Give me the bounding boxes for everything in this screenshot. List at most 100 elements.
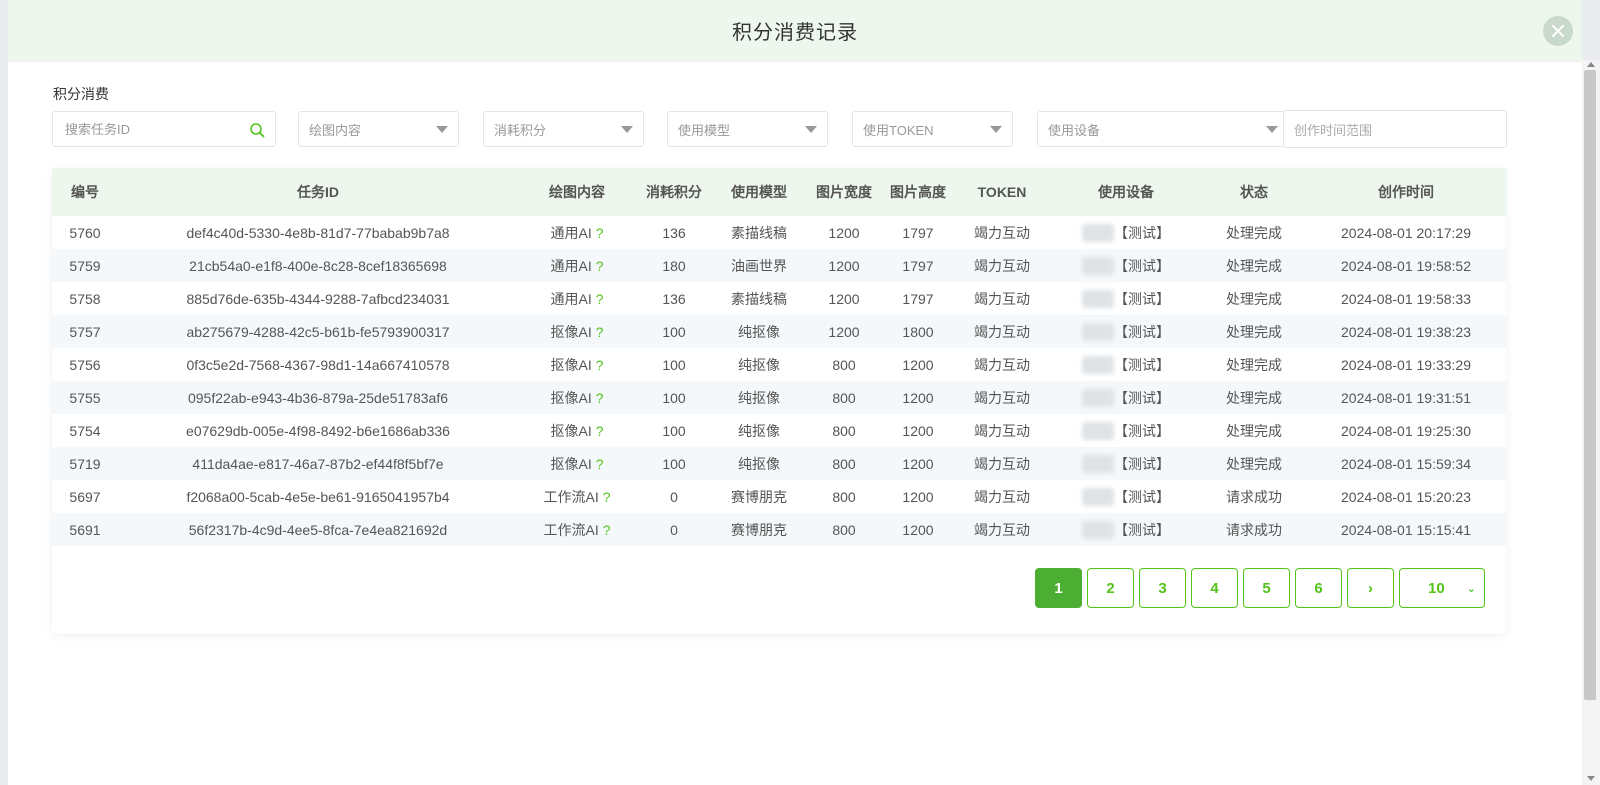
content-label: 抠像AI — [550, 389, 592, 406]
col-content-cell: 抠像AI? — [518, 315, 636, 348]
header-col-content: 绘图内容 — [549, 184, 605, 200]
col-time-cell: 2024-08-01 15:20:23 — [1341, 488, 1471, 505]
next-page-button[interactable]: › — [1347, 568, 1394, 608]
close-button[interactable] — [1543, 16, 1573, 46]
col-content-cell: 抠像AI? — [518, 381, 636, 414]
col-width-cell: 800 — [832, 389, 856, 406]
token-select[interactable]: 使用TOKEN — [852, 111, 1013, 147]
table-row: 5691 56f2317b-4c9d-4ee5-8fca-7e4ea821692d… — [52, 513, 1506, 546]
col-token-cell: 竭力互动 — [974, 455, 1030, 472]
col-width-cell: 1200 — [828, 257, 860, 274]
page-size-value: 10 — [1428, 579, 1445, 597]
col-token-cell: 竭力互动 — [974, 224, 1030, 241]
col-device-cell: 【测试】 — [1050, 513, 1202, 546]
scroll-up-icon[interactable] — [1587, 62, 1595, 67]
col-status-cell: 处理完成 — [1226, 257, 1282, 274]
points-select[interactable]: 消耗积分 — [483, 111, 644, 147]
col-time-cell: 2024-08-01 19:38:23 — [1341, 323, 1471, 340]
redacted-device-name — [1082, 322, 1114, 341]
col-content-cell: 工作流AI? — [518, 480, 636, 513]
help-question-icon[interactable]: ? — [596, 423, 604, 439]
vertical-scrollbar[interactable] — [1582, 60, 1600, 785]
task-id-search-field[interactable] — [52, 111, 276, 147]
col-task-id-cell: e07629db-005e-4f98-8492-b6e1686ab336 — [186, 422, 450, 439]
help-question-icon[interactable]: ? — [596, 225, 604, 241]
col-time-cell: 2024-08-01 19:25:30 — [1341, 422, 1471, 439]
task-id-search-input[interactable] — [63, 120, 237, 138]
page-5-button[interactable]: 5 — [1243, 568, 1290, 608]
help-question-icon[interactable]: ? — [603, 489, 611, 505]
help-question-icon[interactable]: ? — [603, 522, 611, 538]
model-select[interactable]: 使用模型 — [667, 111, 828, 147]
page-3-button[interactable]: 3 — [1139, 568, 1186, 608]
scroll-down-icon[interactable] — [1587, 776, 1595, 781]
col-task-id-cell: 21cb54a0-e1f8-400e-8c28-8cef18365698 — [189, 257, 447, 274]
col-height-cell: 1200 — [902, 422, 934, 439]
records-table: 编号 任务ID 绘图内容 消耗积分 使用模型 图片宽度 图片高度 TOKEN 使用设备 状态 创作时… — [52, 168, 1506, 634]
page-1-button[interactable]: 1 — [1035, 568, 1082, 608]
col-id-cell: 5758 — [69, 290, 101, 307]
col-model-cell: 纯抠像 — [738, 389, 780, 406]
date-range-picker[interactable]: 创作时间范围 — [1283, 110, 1507, 148]
col-device-cell: 【测试】 — [1050, 315, 1202, 348]
help-question-icon[interactable]: ? — [596, 390, 604, 406]
col-task-id-cell: f2068a00-5cab-4e5e-be61-9165041957b4 — [186, 488, 450, 505]
col-height-cell: 1797 — [902, 290, 934, 307]
header-col-points: 消耗积分 — [646, 184, 702, 200]
help-question-icon[interactable]: ? — [596, 357, 604, 373]
search-icon[interactable] — [249, 122, 265, 138]
col-status-cell: 处理完成 — [1226, 323, 1282, 340]
device-select[interactable]: 使用设备 — [1037, 111, 1289, 147]
device-tag: 【测试】 — [1114, 488, 1170, 505]
header-col-status: 状态 — [1240, 184, 1268, 200]
scroll-thumb[interactable] — [1584, 70, 1596, 700]
col-time-cell: 2024-08-01 15:59:34 — [1341, 455, 1471, 472]
page-6-button[interactable]: 6 — [1295, 568, 1342, 608]
col-points-cell: 136 — [662, 224, 686, 241]
redacted-device-name — [1082, 520, 1114, 539]
content-label: 通用AI — [550, 290, 592, 307]
col-task-id-cell: 411da4ae-e817-46a7-87b2-ef44f8f5bf7e — [192, 455, 444, 472]
page-2-button[interactable]: 2 — [1087, 568, 1134, 608]
col-model-cell: 纯抠像 — [738, 455, 780, 472]
col-device-cell: 【测试】 — [1050, 282, 1202, 315]
page-4-button[interactable]: 4 — [1191, 568, 1238, 608]
col-model-cell: 纯抠像 — [738, 323, 780, 340]
col-points-cell: 136 — [662, 290, 686, 307]
content-select-placeholder: 绘图内容 — [309, 122, 362, 138]
col-device-cell: 【测试】 — [1050, 249, 1202, 282]
col-device-cell: 【测试】 — [1050, 414, 1202, 447]
col-token-cell: 竭力互动 — [974, 389, 1030, 406]
col-content-cell: 通用AI? — [518, 216, 636, 249]
header-col-height: 图片高度 — [890, 184, 946, 200]
help-question-icon[interactable]: ? — [596, 258, 604, 274]
content-label: 抠像AI — [550, 422, 592, 439]
col-status-cell: 处理完成 — [1226, 389, 1282, 406]
help-question-icon[interactable]: ? — [596, 291, 604, 307]
col-token-cell: 竭力互动 — [974, 422, 1030, 439]
table-row: 5754 e07629db-005e-4f98-8492-b6e1686ab336… — [52, 414, 1506, 447]
col-status-cell: 处理完成 — [1226, 224, 1282, 241]
help-question-icon[interactable]: ? — [596, 324, 604, 340]
modal-header: 积分消费记录 — [8, 0, 1582, 62]
col-points-cell: 100 — [662, 455, 686, 472]
header-col-model: 使用模型 — [731, 184, 787, 200]
caret-down-icon — [1266, 126, 1278, 133]
col-content-cell: 工作流AI? — [518, 513, 636, 546]
token-select-placeholder: 使用TOKEN — [863, 122, 934, 138]
help-question-icon[interactable]: ? — [596, 456, 604, 472]
header-col-token: TOKEN — [977, 184, 1027, 200]
col-device-cell: 【测试】 — [1050, 216, 1202, 249]
col-token-cell: 竭力互动 — [974, 257, 1030, 274]
col-height-cell: 1800 — [902, 323, 934, 340]
chevron-down-icon: ⌄ — [1466, 583, 1476, 595]
table-row: 5758 885d76de-635b-4344-9288-7afbcd234031… — [52, 282, 1506, 315]
col-task-id-cell: 885d76de-635b-4344-9288-7afbcd234031 — [186, 290, 450, 307]
header-col-width: 图片宽度 — [816, 184, 872, 200]
page-size-select[interactable]: 10 ⌄ — [1399, 568, 1485, 608]
col-time-cell: 2024-08-01 19:33:29 — [1341, 356, 1471, 373]
content-select[interactable]: 绘图内容 — [298, 111, 459, 147]
col-model-cell: 纯抠像 — [738, 356, 780, 373]
col-id-cell: 5755 — [69, 389, 101, 406]
col-status-cell: 请求成功 — [1226, 521, 1282, 538]
